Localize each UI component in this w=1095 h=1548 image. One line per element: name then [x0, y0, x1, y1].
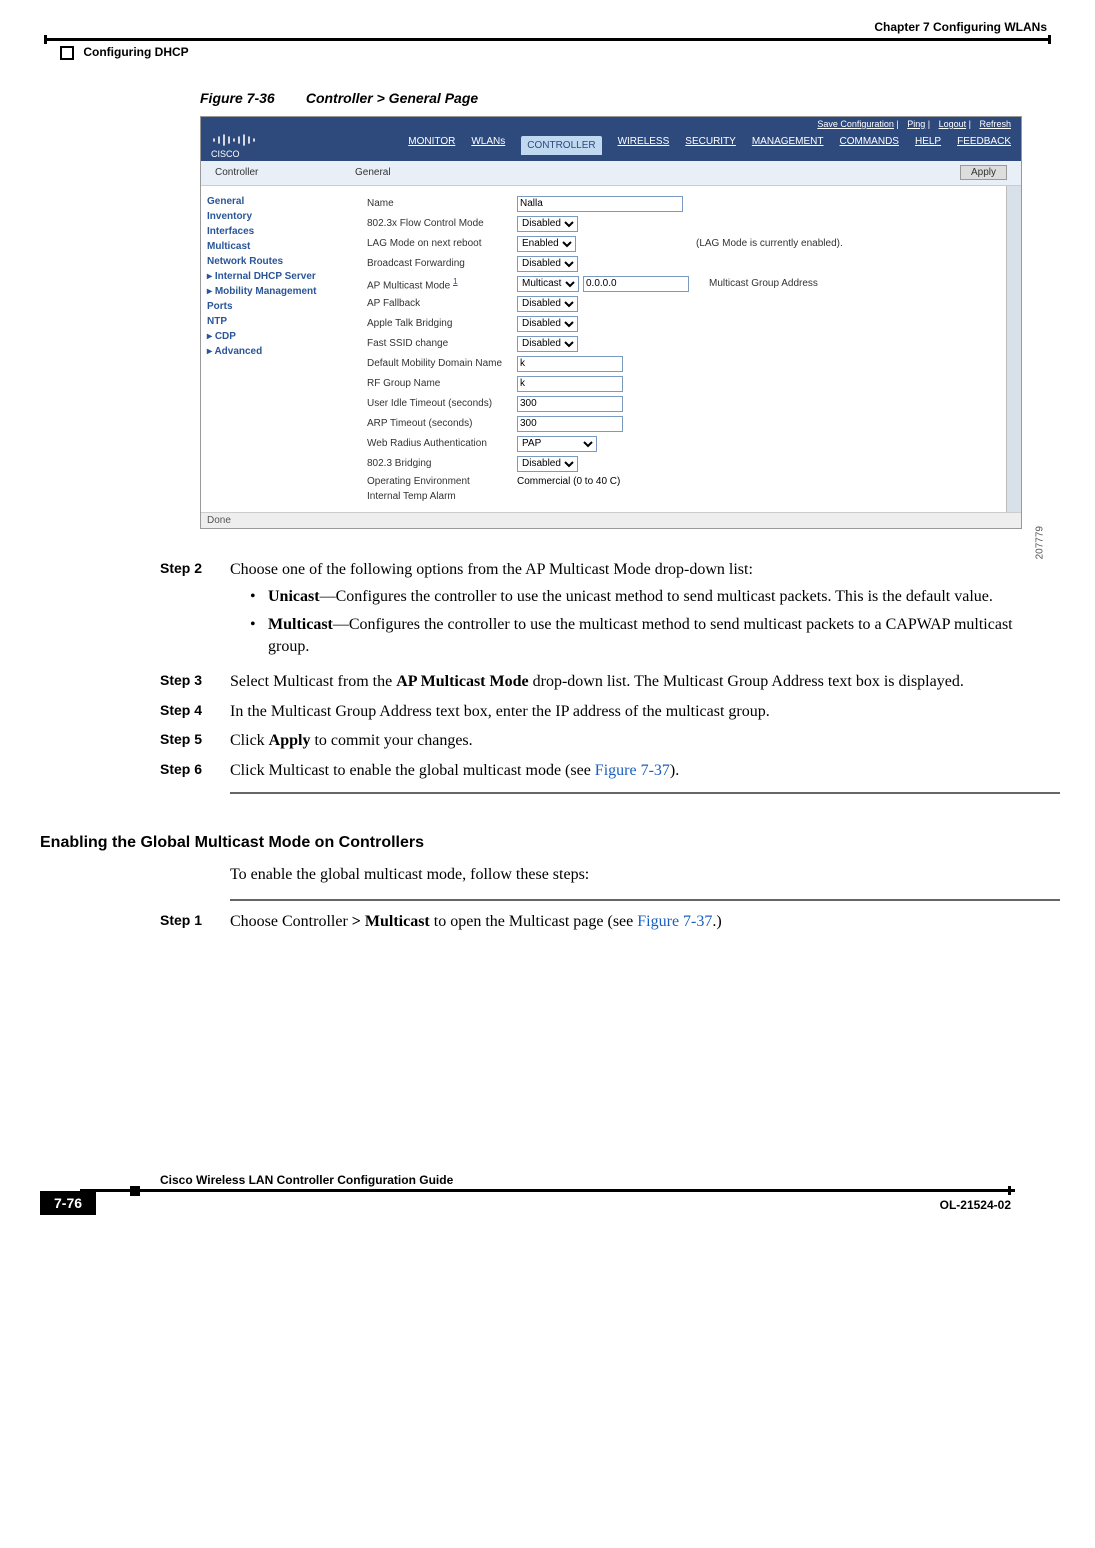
chapter-title: Chapter 7 Configuring WLANs: [874, 20, 1047, 34]
nav-wireless[interactable]: WIRELESS: [618, 136, 670, 155]
idle-input[interactable]: [517, 396, 623, 412]
step-5-text: Click Apply to commit your changes.: [230, 730, 1015, 752]
nav-security[interactable]: SECURITY: [685, 136, 736, 155]
bullet-2: Multicast—Configures the controller to u…: [268, 614, 1015, 657]
scrollbar[interactable]: [1006, 186, 1021, 512]
atb-select[interactable]: Disabled: [517, 316, 578, 332]
sidebar-item-inventory[interactable]: Inventory: [207, 209, 357, 224]
lag-label: LAG Mode on next reboot: [367, 238, 517, 249]
rf-input[interactable]: [517, 376, 623, 392]
sidebar-item-interfaces[interactable]: Interfaces: [207, 224, 357, 239]
logout-link[interactable]: Logout: [939, 119, 967, 129]
step-6-label: Step 6: [160, 760, 230, 782]
sidebar-item-mobility[interactable]: Mobility Management: [207, 284, 357, 299]
step-2-text: Choose one of the following options from…: [230, 561, 753, 578]
section-marker-icon: [60, 46, 74, 60]
bridge-label: 802.3 Bridging: [367, 458, 517, 469]
name-label: Name: [367, 198, 517, 209]
step-1-label: Step 1: [160, 911, 230, 933]
doc-title: Cisco Wireless LAN Controller Configurat…: [160, 1173, 1055, 1187]
nav-wlans[interactable]: WLANs: [471, 136, 505, 155]
radius-select[interactable]: PAP: [517, 436, 597, 452]
page-number: 7-76: [40, 1191, 96, 1215]
temp-label: Internal Temp Alarm: [367, 491, 517, 502]
sidebar-item-ports[interactable]: Ports: [207, 299, 357, 314]
sidebar-item-dhcp[interactable]: Internal DHCP Server: [207, 269, 357, 284]
bridge-select[interactable]: Disabled: [517, 456, 578, 472]
step-5-label: Step 5: [160, 730, 230, 752]
nav-management[interactable]: MANAGEMENT: [752, 136, 824, 155]
radius-label: Web Radius Authentication: [367, 438, 517, 449]
apfb-select[interactable]: Disabled: [517, 296, 578, 312]
sidebar-item-general[interactable]: General: [207, 194, 357, 209]
rf-label: RF Group Name: [367, 378, 517, 389]
env-value: Commercial (0 to 40 C): [517, 476, 620, 487]
sidebar-item-ntp[interactable]: NTP: [207, 314, 357, 329]
subsection-heading: Enabling the Global Multicast Mode on Co…: [40, 834, 1055, 852]
bullet-icon: •: [250, 586, 268, 608]
nav-commands[interactable]: COMMANDS: [840, 136, 899, 155]
nav-help[interactable]: HELP: [915, 136, 941, 155]
bcast-select[interactable]: Disabled: [517, 256, 578, 272]
name-input[interactable]: [517, 196, 683, 212]
sidebar-item-cdp[interactable]: CDP: [207, 329, 357, 344]
bullet-1: Unicast—Configures the controller to use…: [268, 586, 993, 608]
atb-label: Apple Talk Bridging: [367, 318, 517, 329]
apfb-label: AP Fallback: [367, 298, 517, 309]
cisco-logo: CISCO: [211, 131, 257, 161]
sidebar-item-advanced[interactable]: Advanced: [207, 344, 357, 359]
apmc-select[interactable]: Multicast: [517, 276, 579, 292]
general-form: Name 802.3x Flow Control ModeDisabled LA…: [363, 186, 1006, 512]
apply-button[interactable]: Apply: [960, 165, 1007, 180]
flow-label: 802.3x Flow Control Mode: [367, 218, 517, 229]
bcast-label: Broadcast Forwarding: [367, 258, 517, 269]
save-config-link[interactable]: Save Configuration: [817, 119, 894, 129]
flow-select[interactable]: Disabled: [517, 216, 578, 232]
sidebar-item-multicast[interactable]: Multicast: [207, 239, 357, 254]
apmc-label: AP Multicast Mode 1: [367, 276, 517, 291]
breadcrumb-controller: Controller: [215, 167, 355, 178]
step-1-text: Choose Controller > Multicast to open th…: [230, 911, 1015, 933]
ping-link[interactable]: Ping: [907, 119, 925, 129]
step-3-text: Select Multicast from the AP Multicast M…: [230, 671, 1015, 693]
figure-link[interactable]: Figure 7-37: [595, 762, 670, 779]
step-4-label: Step 4: [160, 701, 230, 723]
figure-link[interactable]: Figure 7-37: [637, 913, 712, 930]
lag-select[interactable]: Enabled: [517, 236, 576, 252]
page-title: General: [355, 167, 960, 178]
step-3-label: Step 3: [160, 671, 230, 693]
sidebar-item-routes[interactable]: Network Routes: [207, 254, 357, 269]
nav-monitor[interactable]: MONITOR: [408, 136, 455, 155]
step-4-text: In the Multicast Group Address text box,…: [230, 701, 1015, 723]
ssid-label: Fast SSID change: [367, 338, 517, 349]
idle-label: User Idle Timeout (seconds): [367, 398, 517, 409]
status-bar: Done: [201, 512, 1021, 528]
refresh-link[interactable]: Refresh: [979, 119, 1011, 129]
apmc-note: Multicast Group Address: [709, 278, 818, 289]
section-title: Configuring DHCP: [83, 45, 188, 59]
doc-number: OL-21524-02: [40, 1198, 1011, 1212]
lag-note: (LAG Mode is currently enabled).: [696, 238, 843, 249]
apmc-ip-input[interactable]: [583, 276, 689, 292]
sidebar: General Inventory Interfaces Multicast N…: [201, 186, 363, 512]
nav-controller[interactable]: CONTROLLER: [521, 136, 601, 155]
env-label: Operating Environment: [367, 476, 517, 487]
step-6-text: Click Multicast to enable the global mul…: [230, 760, 1015, 782]
arp-label: ARP Timeout (seconds): [367, 418, 517, 429]
step-2-label: Step 2: [160, 559, 230, 663]
nav-feedback[interactable]: FEEDBACK: [957, 136, 1011, 155]
figure-title: Controller > General Page: [306, 90, 478, 106]
figure-label: Figure 7-36: [200, 90, 275, 106]
mob-label: Default Mobility Domain Name: [367, 358, 517, 369]
mob-input[interactable]: [517, 356, 623, 372]
subsection-intro: To enable the global multicast mode, fol…: [230, 864, 1015, 886]
top-links: Save Configuration | Ping | Logout | Ref…: [811, 119, 1011, 129]
ssid-select[interactable]: Disabled: [517, 336, 578, 352]
arp-input[interactable]: [517, 416, 623, 432]
figure-ref-number: 207779: [1034, 526, 1045, 559]
screenshot-figure: Save Configuration | Ping | Logout | Ref…: [200, 116, 1022, 529]
bullet-icon: •: [250, 614, 268, 657]
